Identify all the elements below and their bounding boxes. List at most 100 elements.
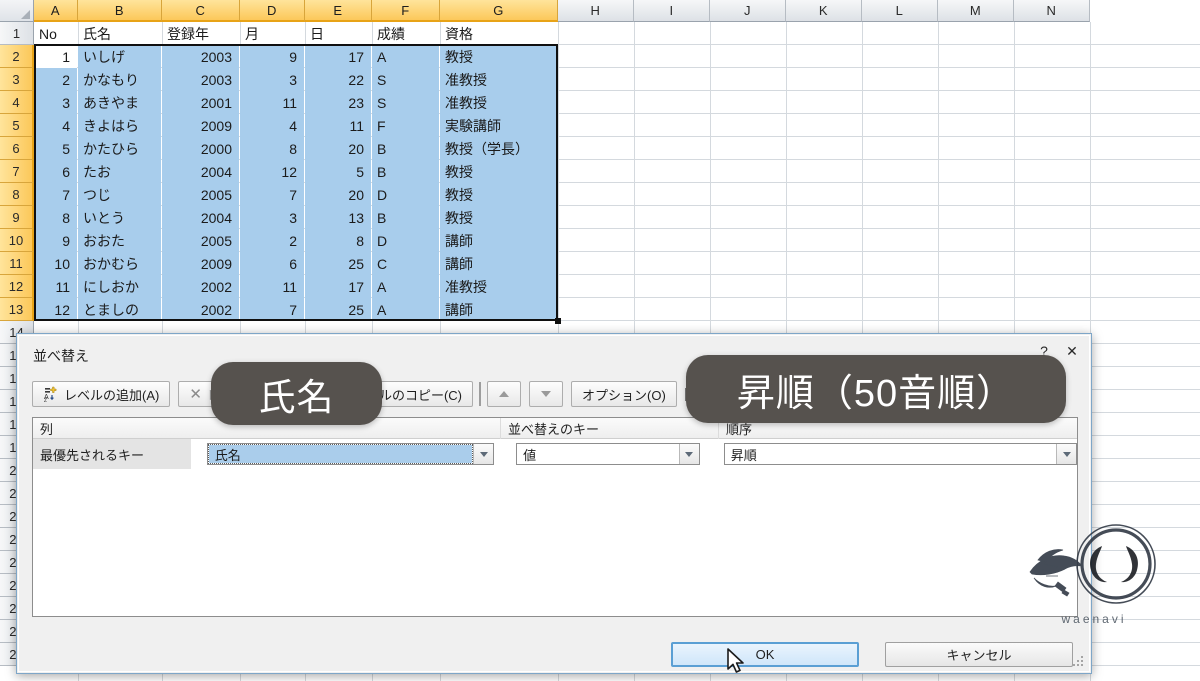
cell-F2[interactable]: A	[372, 45, 439, 68]
column-header-f[interactable]: F	[372, 0, 440, 22]
cell-F10[interactable]: D	[372, 229, 439, 252]
cell-F13[interactable]: A	[372, 298, 439, 321]
column-header-h[interactable]: H	[558, 0, 634, 22]
cell-A11[interactable]: 10	[34, 252, 77, 275]
cell-E12[interactable]: 17	[305, 275, 371, 298]
add-level-button[interactable]: A Z レベルの追加(A)	[32, 381, 171, 407]
cell-D4[interactable]: 11	[240, 91, 304, 114]
cell-E13[interactable]: 25	[305, 298, 371, 321]
cell-D9[interactable]: 3	[240, 206, 304, 229]
row-header-4[interactable]: 4	[0, 91, 34, 114]
cell-C12[interactable]: 2002	[162, 275, 239, 298]
row-header-5[interactable]: 5	[0, 114, 34, 137]
ok-button[interactable]: OK	[671, 642, 859, 667]
column-header-k[interactable]: K	[786, 0, 862, 22]
column-header-a[interactable]: A	[34, 0, 78, 22]
row-header-10[interactable]: 10	[0, 229, 34, 252]
cell-B11[interactable]: おかむら	[78, 252, 161, 275]
cell-D8[interactable]: 7	[240, 183, 304, 206]
cell-C3[interactable]: 2003	[162, 68, 239, 91]
sort-order-dropdown-arrow[interactable]	[1056, 444, 1076, 464]
cell-B8[interactable]: つじ	[78, 183, 161, 206]
move-level-down-button[interactable]	[529, 381, 564, 407]
cell-F6[interactable]: B	[372, 137, 439, 160]
options-button[interactable]: オプション(O)	[571, 381, 677, 407]
cell-D5[interactable]: 4	[240, 114, 304, 137]
cell-F11[interactable]: C	[372, 252, 439, 275]
cell-C11[interactable]: 2009	[162, 252, 239, 275]
cell-G8[interactable]: 教授	[440, 183, 557, 206]
row-header-8[interactable]: 8	[0, 183, 34, 206]
row-header-1[interactable]: 1	[0, 22, 34, 45]
sort-on-combobox[interactable]: 値	[516, 443, 700, 465]
cell-F9[interactable]: B	[372, 206, 439, 229]
cell-header-D1[interactable]: 月	[240, 22, 304, 45]
select-all-corner[interactable]	[0, 0, 34, 22]
cell-D10[interactable]: 2	[240, 229, 304, 252]
cell-B5[interactable]: きよはら	[78, 114, 161, 137]
cell-D12[interactable]: 11	[240, 275, 304, 298]
cell-C6[interactable]: 2000	[162, 137, 239, 160]
cell-B2[interactable]: いしげ	[78, 45, 161, 68]
cell-F5[interactable]: F	[372, 114, 439, 137]
column-header-l[interactable]: L	[862, 0, 938, 22]
cell-C4[interactable]: 2001	[162, 91, 239, 114]
cell-E7[interactable]: 5	[305, 160, 371, 183]
cell-B10[interactable]: おおた	[78, 229, 161, 252]
cell-G9[interactable]: 教授	[440, 206, 557, 229]
cell-F3[interactable]: S	[372, 68, 439, 91]
column-header-b[interactable]: B	[78, 0, 162, 22]
cell-B3[interactable]: かなもり	[78, 68, 161, 91]
move-level-up-button[interactable]	[487, 381, 522, 407]
resize-grip[interactable]	[1073, 656, 1085, 668]
cell-G5[interactable]: 実験講師	[440, 114, 557, 137]
cell-C9[interactable]: 2004	[162, 206, 239, 229]
row-header-2[interactable]: 2	[0, 45, 34, 68]
cell-D3[interactable]: 3	[240, 68, 304, 91]
cell-B12[interactable]: にしおか	[78, 275, 161, 298]
row-header-6[interactable]: 6	[0, 137, 34, 160]
cell-A2[interactable]: 1	[34, 45, 77, 68]
cell-C13[interactable]: 2002	[162, 298, 239, 321]
cell-F4[interactable]: S	[372, 91, 439, 114]
cell-C7[interactable]: 2004	[162, 160, 239, 183]
sort-column-combobox[interactable]: 氏名	[206, 443, 495, 465]
cell-A9[interactable]: 8	[34, 206, 77, 229]
column-header-e[interactable]: E	[305, 0, 372, 22]
cell-F8[interactable]: D	[372, 183, 439, 206]
cell-B7[interactable]: たお	[78, 160, 161, 183]
column-header-n[interactable]: N	[1014, 0, 1090, 22]
column-header-c[interactable]: C	[162, 0, 240, 22]
cell-E3[interactable]: 22	[305, 68, 371, 91]
cell-A5[interactable]: 4	[34, 114, 77, 137]
row-header-9[interactable]: 9	[0, 206, 34, 229]
cell-G11[interactable]: 講師	[440, 252, 557, 275]
cancel-button[interactable]: キャンセル	[885, 642, 1073, 667]
cell-G13[interactable]: 講師	[440, 298, 557, 321]
cell-header-C1[interactable]: 登録年	[162, 22, 239, 45]
cell-E2[interactable]: 17	[305, 45, 371, 68]
cell-header-F1[interactable]: 成績	[372, 22, 439, 45]
row-header-11[interactable]: 11	[0, 252, 34, 275]
cell-E10[interactable]: 8	[305, 229, 371, 252]
cell-F7[interactable]: B	[372, 160, 439, 183]
cell-E6[interactable]: 20	[305, 137, 371, 160]
cell-header-A1[interactable]: No	[34, 22, 77, 45]
cell-C10[interactable]: 2005	[162, 229, 239, 252]
cell-G2[interactable]: 教授	[440, 45, 557, 68]
cell-E4[interactable]: 23	[305, 91, 371, 114]
cell-A13[interactable]: 12	[34, 298, 77, 321]
cell-A3[interactable]: 2	[34, 68, 77, 91]
cell-E8[interactable]: 20	[305, 183, 371, 206]
row-header-13[interactable]: 13	[0, 298, 34, 321]
close-icon[interactable]: ✕	[1063, 342, 1081, 360]
cell-B6[interactable]: かたひら	[78, 137, 161, 160]
cell-G6[interactable]: 教授（学長）	[440, 137, 557, 160]
cell-B4[interactable]: あきやま	[78, 91, 161, 114]
cell-header-E1[interactable]: 日	[305, 22, 371, 45]
cell-G7[interactable]: 教授	[440, 160, 557, 183]
cell-A7[interactable]: 6	[34, 160, 77, 183]
cell-C2[interactable]: 2003	[162, 45, 239, 68]
cell-D11[interactable]: 6	[240, 252, 304, 275]
cell-G3[interactable]: 准教授	[440, 68, 557, 91]
